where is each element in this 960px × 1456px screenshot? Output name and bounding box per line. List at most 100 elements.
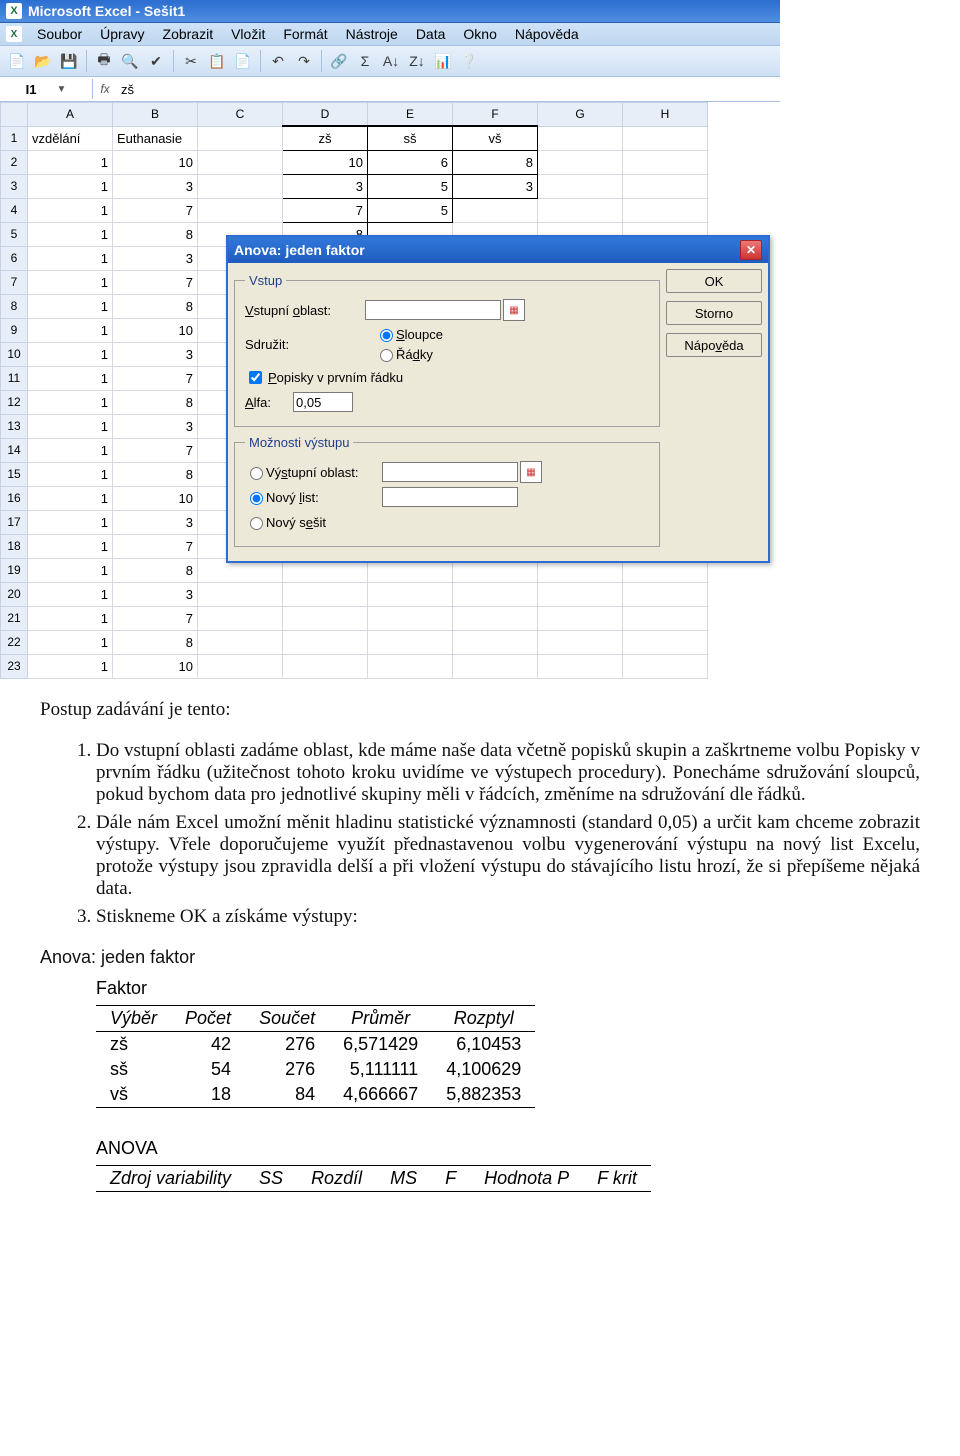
cell[interactable] <box>368 582 453 606</box>
cell[interactable] <box>283 630 368 654</box>
row-header[interactable]: 10 <box>1 342 28 366</box>
cell[interactable] <box>283 654 368 678</box>
col-header[interactable]: H <box>623 103 708 127</box>
row-header[interactable]: 18 <box>1 534 28 558</box>
cell[interactable]: vzdělání <box>28 126 113 150</box>
radio-novy-list[interactable] <box>250 492 263 505</box>
cell[interactable]: 5 <box>368 198 453 222</box>
cell[interactable]: 3 <box>113 246 198 270</box>
cell[interactable]: 8 <box>113 222 198 246</box>
cell[interactable] <box>283 582 368 606</box>
napoveda-button[interactable]: Nápověda <box>666 333 762 357</box>
cell[interactable]: 8 <box>453 150 538 174</box>
cell[interactable]: 1 <box>28 582 113 606</box>
cell[interactable]: 1 <box>28 342 113 366</box>
row-header[interactable]: 11 <box>1 366 28 390</box>
close-icon[interactable]: ✕ <box>740 240 762 260</box>
cell[interactable]: 1 <box>28 414 113 438</box>
row-header[interactable]: 9 <box>1 318 28 342</box>
row-header[interactable]: 2 <box>1 150 28 174</box>
cell[interactable]: vš <box>453 126 538 150</box>
range-selector-icon[interactable]: ▦ <box>520 461 542 483</box>
cell[interactable]: 3 <box>113 174 198 198</box>
cell[interactable]: 1 <box>28 294 113 318</box>
cell[interactable]: 6 <box>368 150 453 174</box>
cell[interactable]: 1 <box>28 198 113 222</box>
cell[interactable]: 8 <box>113 462 198 486</box>
fx-icon[interactable]: fx <box>93 82 117 96</box>
row-header[interactable]: 7 <box>1 270 28 294</box>
cell[interactable] <box>538 606 623 630</box>
cell[interactable]: 1 <box>28 270 113 294</box>
menu-napoveda[interactable]: Nápověda <box>506 26 588 42</box>
cell[interactable]: 10 <box>113 486 198 510</box>
cell[interactable]: 1 <box>28 318 113 342</box>
cell[interactable]: 7 <box>113 534 198 558</box>
row-header[interactable]: 14 <box>1 438 28 462</box>
redo-icon[interactable]: ↷ <box>292 49 316 73</box>
cell[interactable]: 3 <box>113 414 198 438</box>
menu-soubor[interactable]: Soubor <box>28 26 91 42</box>
cell[interactable] <box>198 630 283 654</box>
cell[interactable]: 8 <box>113 390 198 414</box>
col-header[interactable]: F <box>453 103 538 127</box>
input-vystupni-oblast[interactable] <box>382 462 518 482</box>
name-box[interactable]: I1 ▼ <box>0 79 93 99</box>
cell[interactable] <box>623 582 708 606</box>
input-vstupni-oblast[interactable] <box>365 300 501 320</box>
cut-icon[interactable]: ✂ <box>179 49 203 73</box>
ok-button[interactable]: OK <box>666 269 762 293</box>
row-header[interactable]: 15 <box>1 462 28 486</box>
help-icon[interactable]: ❔ <box>457 49 481 73</box>
cell[interactable]: 1 <box>28 246 113 270</box>
cell[interactable] <box>538 150 623 174</box>
row-header[interactable]: 19 <box>1 558 28 582</box>
cell[interactable]: 10 <box>113 150 198 174</box>
cell[interactable] <box>623 126 708 150</box>
cell[interactable]: 7 <box>113 438 198 462</box>
cell[interactable]: 1 <box>28 462 113 486</box>
new-icon[interactable]: 📄 <box>5 49 29 73</box>
undo-icon[interactable]: ↶ <box>266 49 290 73</box>
row-header[interactable]: 1 <box>1 126 28 150</box>
radio-radky[interactable] <box>380 349 393 362</box>
autosum-icon[interactable]: Σ <box>353 49 377 73</box>
menu-upravy[interactable]: Úpravy <box>91 26 153 42</box>
cell[interactable]: 10 <box>283 150 368 174</box>
save-icon[interactable]: 💾 <box>57 49 81 73</box>
menu-format[interactable]: Formát <box>274 26 336 42</box>
cell[interactable]: sš <box>368 126 453 150</box>
cell[interactable] <box>453 630 538 654</box>
cell[interactable] <box>538 198 623 222</box>
cell[interactable] <box>453 582 538 606</box>
cell[interactable] <box>538 126 623 150</box>
cell[interactable] <box>453 654 538 678</box>
cell[interactable] <box>198 174 283 198</box>
cell[interactable]: 1 <box>28 606 113 630</box>
row-header[interactable]: 6 <box>1 246 28 270</box>
col-header[interactable]: A <box>28 103 113 127</box>
row-header[interactable]: 5 <box>1 222 28 246</box>
open-icon[interactable]: 📂 <box>31 49 55 73</box>
menu-zobrazit[interactable]: Zobrazit <box>154 26 223 42</box>
cell[interactable]: 1 <box>28 534 113 558</box>
cell[interactable]: 5 <box>368 174 453 198</box>
sort-desc-icon[interactable]: Z↓ <box>405 49 429 73</box>
cell[interactable] <box>368 606 453 630</box>
spellcheck-icon[interactable]: ✔ <box>144 49 168 73</box>
cell[interactable]: zš <box>283 126 368 150</box>
cell[interactable]: 3 <box>283 174 368 198</box>
cell[interactable]: 1 <box>28 174 113 198</box>
cell[interactable]: 7 <box>283 198 368 222</box>
cell[interactable]: 1 <box>28 630 113 654</box>
spreadsheet-grid[interactable]: A B C D E F G H 1vzděláníEuthanasiezšsšv… <box>0 102 780 679</box>
cell[interactable]: Euthanasie <box>113 126 198 150</box>
dialog-titlebar[interactable]: Anova: jeden faktor ✕ <box>228 237 768 263</box>
col-header[interactable]: C <box>198 103 283 127</box>
cell[interactable]: 3 <box>113 510 198 534</box>
cell[interactable] <box>538 654 623 678</box>
cell[interactable]: 1 <box>28 510 113 534</box>
cell[interactable] <box>623 198 708 222</box>
cell[interactable] <box>198 126 283 150</box>
cell[interactable]: 1 <box>28 438 113 462</box>
